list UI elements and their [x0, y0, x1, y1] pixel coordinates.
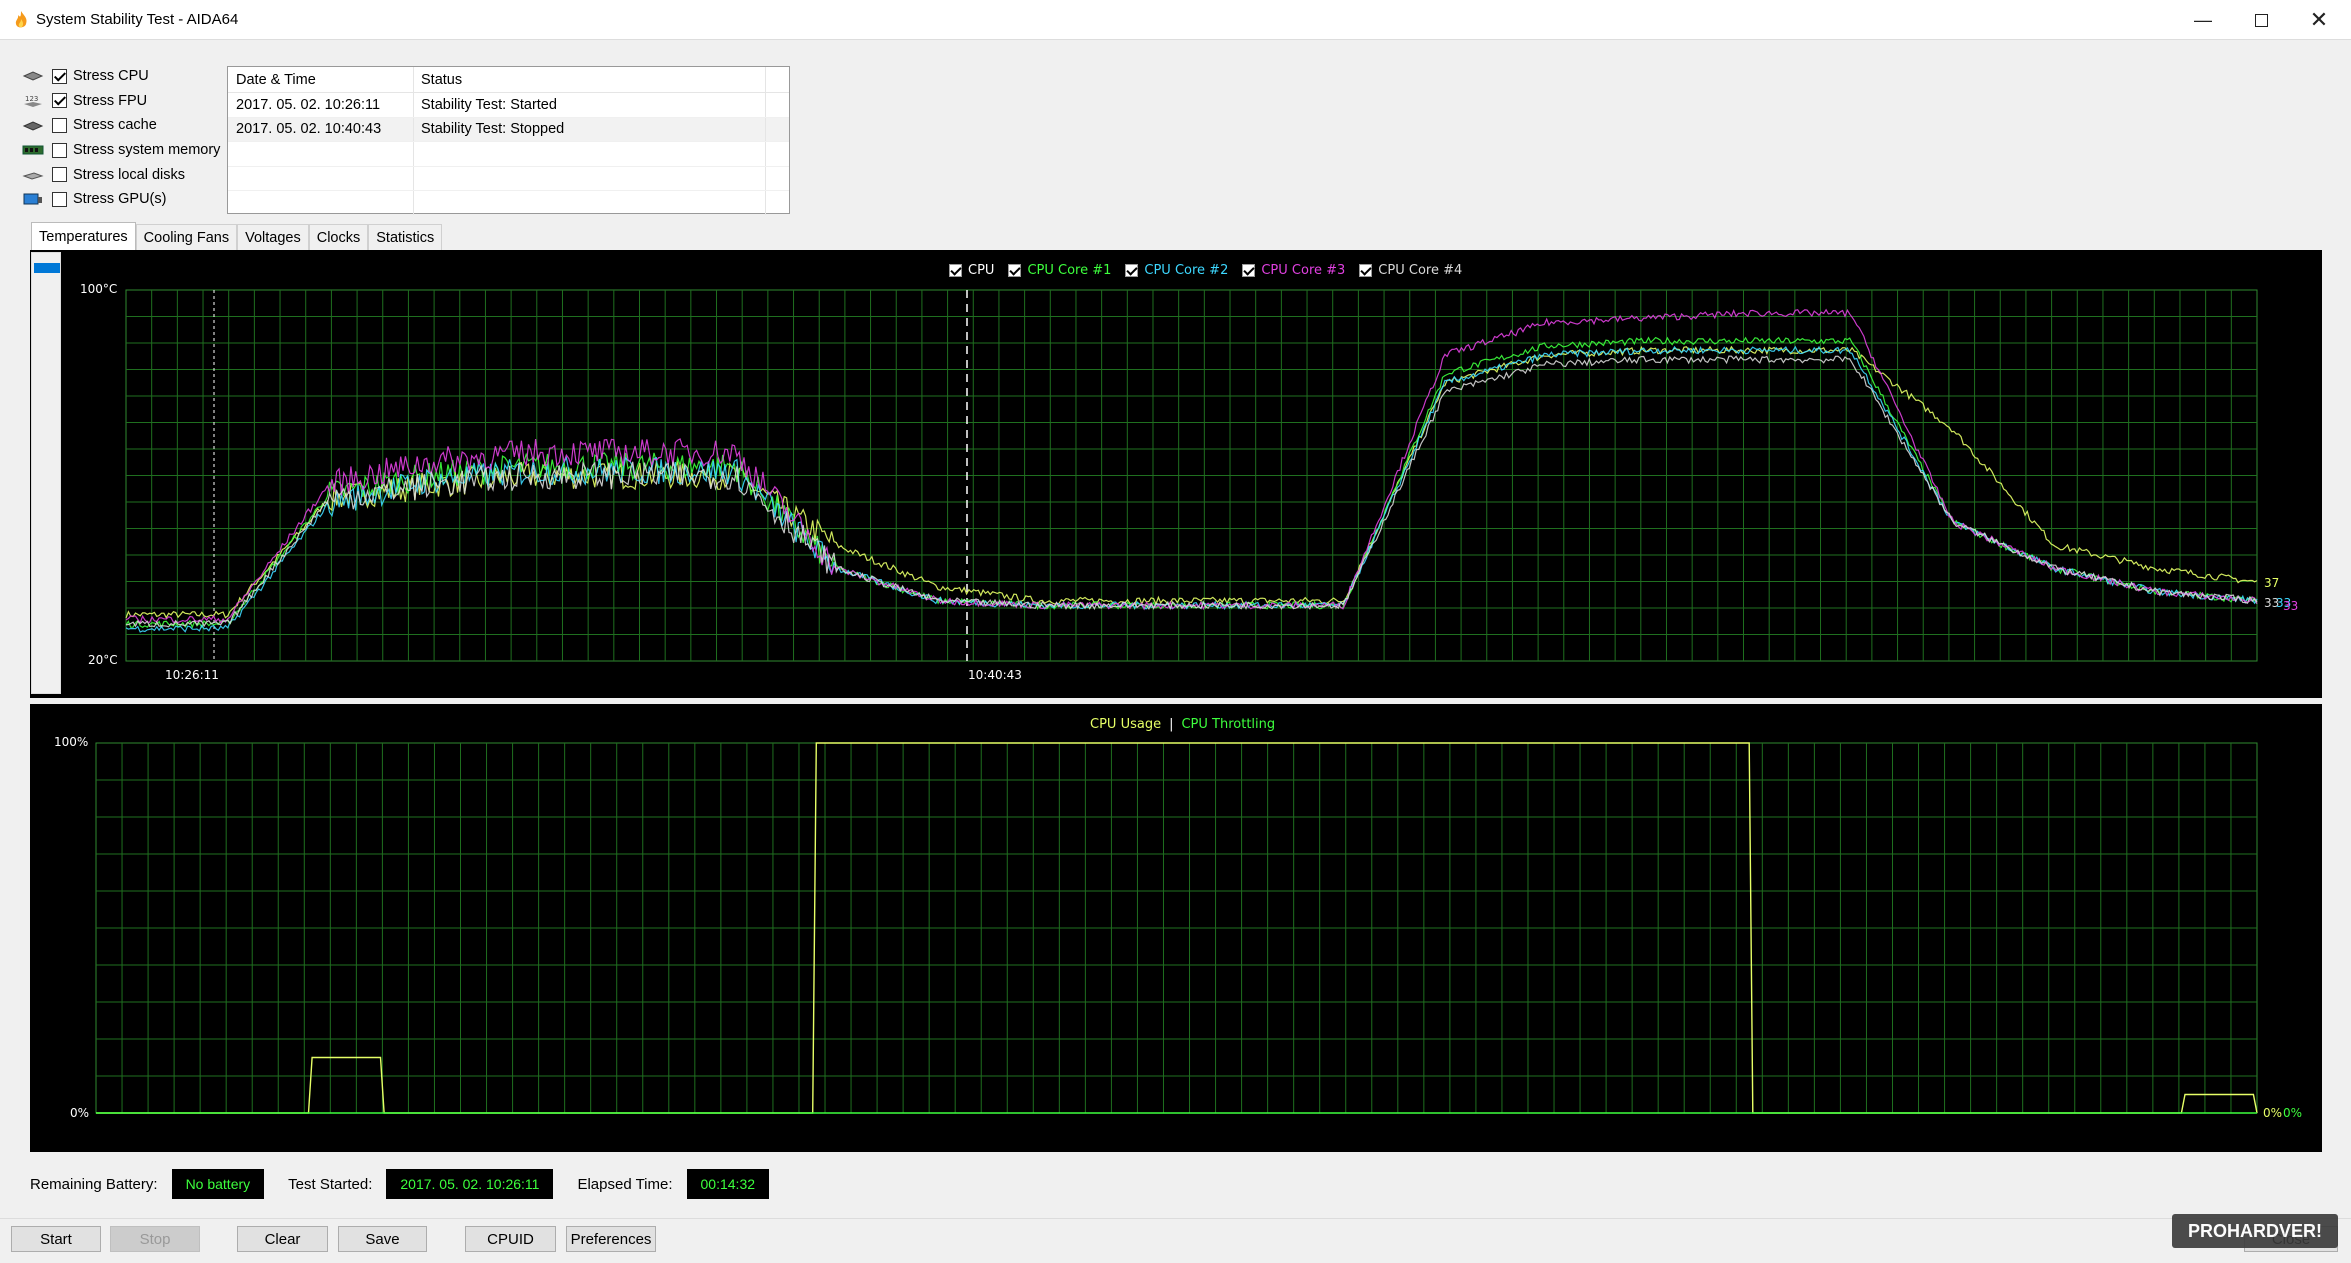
elapsed-time-value: 00:14:32 [686, 1169, 770, 1199]
cpu-usage-graph [95, 742, 2258, 1114]
stop-button[interactable]: Stop [110, 1226, 200, 1252]
test-started-label: Test Started: [288, 1175, 373, 1193]
status-info-row: Remaining Battery: No battery Test Start… [30, 1169, 793, 1199]
preferences-button[interactable]: Preferences [566, 1226, 656, 1252]
usage-y-max-label: 100% [54, 735, 89, 749]
test-started-value: 2017. 05. 02. 10:26:11 [386, 1169, 554, 1199]
battery-value: No battery [171, 1169, 265, 1199]
usage-y-min-label: 0% [70, 1106, 90, 1120]
save-button[interactable]: Save [338, 1226, 427, 1252]
elapsed-time-label: Elapsed Time: [577, 1175, 673, 1193]
watermark-text: PROHARDVER! [2187, 1220, 2322, 1241]
battery-label: Remaining Battery: [30, 1175, 158, 1193]
start-button[interactable]: Start [11, 1226, 101, 1252]
end-value-usage: 0% [2263, 1106, 2283, 1120]
cpuid-button[interactable]: CPUID [465, 1226, 556, 1252]
clear-button[interactable]: Clear [237, 1226, 328, 1252]
watermark-logo: PROHARDVER! [2172, 1214, 2338, 1248]
end-value-throttle: 0% [2283, 1106, 2303, 1120]
